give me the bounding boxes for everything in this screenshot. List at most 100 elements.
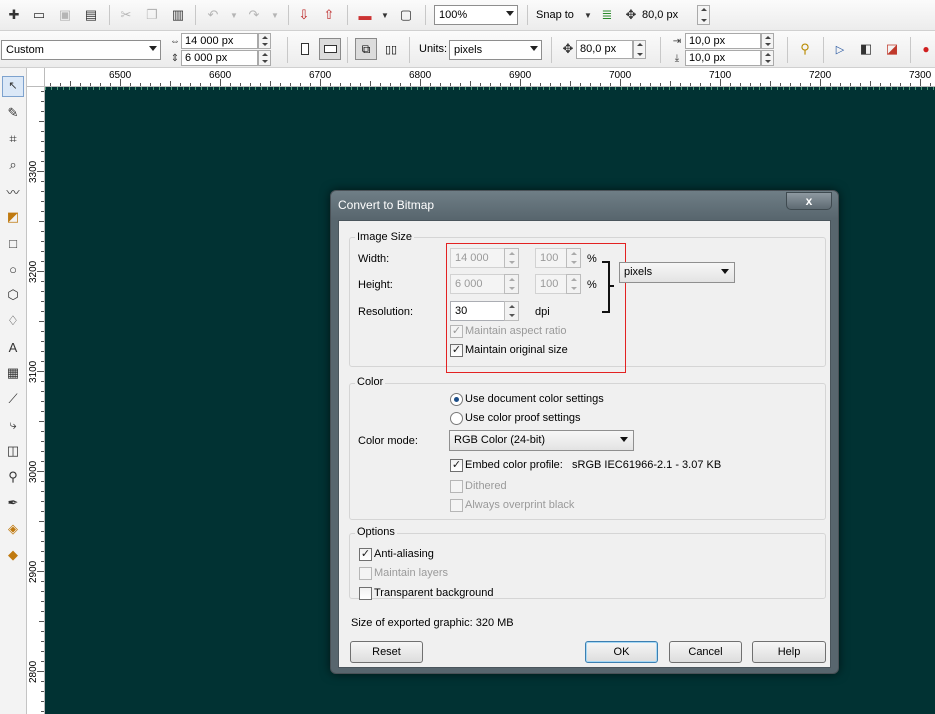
resolution-field[interactable]: 30 [450,301,505,321]
embed-profile-checkbox[interactable]: ✓ [450,459,463,472]
ruler-settings-icon[interactable]: ◪ [883,40,901,58]
application-launcher-icon[interactable]: ▬ [356,6,374,24]
freehand-tool-icon[interactable]: 〰 [2,180,24,202]
ruler-tick [590,83,591,86]
cut-icon[interactable]: ✂ [117,6,135,24]
welcome-screen-icon[interactable]: ▢ [397,6,415,24]
help-button[interactable]: Help [752,641,826,663]
ruler-tick [350,83,351,86]
width-field[interactable]: 14 000 [450,248,505,268]
crop-tool-icon[interactable]: ⌗ [2,128,24,150]
basic-shapes-icon[interactable]: ♢ [2,310,24,332]
height-field[interactable]: 6 000 [450,274,505,294]
parallel-dimension-icon[interactable]: ⟋ [2,388,24,410]
save-icon[interactable]: ▣ [56,6,74,24]
height-percent-spinner[interactable] [566,274,581,294]
nudge-distance-spinner[interactable] [697,5,710,25]
pick-tool-icon[interactable]: ↖ [2,76,24,97]
paste-icon[interactable]: ▥ [169,6,187,24]
ruler-corner[interactable] [27,68,45,87]
interactive-fill-icon[interactable]: ◆ [2,544,24,566]
duplicate-y-field[interactable]: 10,0 px [685,50,761,66]
fill-tool-icon[interactable]: ◈ [2,518,24,540]
options-icon[interactable]: ◧ [857,40,875,58]
print-icon[interactable]: ▤ [82,6,100,24]
nudge-distance-value[interactable]: 80,0 px [642,9,678,22]
polygon-tool-icon[interactable]: ⬡ [2,284,24,306]
import-icon[interactable]: ⇩ [295,6,313,24]
ruler-tick [37,571,44,572]
width-percent-spinner[interactable] [566,248,581,268]
snap-to-menu[interactable]: Snap to [536,9,574,22]
text-tool-icon[interactable]: A [2,336,24,358]
snap-settings-icon[interactable]: ⚲ [796,40,814,58]
units-combo[interactable]: pixels [449,40,542,60]
ruler-tick [190,83,191,86]
color-mode-select[interactable]: RGB Color (24-bit) [449,430,634,451]
horizontal-ruler[interactable]: 6500 6600 6700 6800 6900 7000 7100 7200 7300 [45,68,935,87]
zoom-tool-icon[interactable]: ⌕ [2,154,24,176]
current-page-button[interactable]: ▯▯ [380,38,402,60]
smart-fill-icon[interactable]: ◩ [2,206,24,228]
toolbox: ↖ ✎ ⌗ ⌕ 〰 ◩ □ ○ ⬡ ♢ A ▦ ⟋ ⤷ ◫ ⚲ ✒ ◈ ◆ [0,68,27,714]
duplicate-x-field[interactable]: 10,0 px [685,33,761,49]
rectangle-tool-icon[interactable]: □ [2,232,24,254]
transparent-background-checkbox[interactable] [359,587,372,600]
outline-tool-icon[interactable]: ✒ [2,492,24,514]
undo-dropdown-icon[interactable]: ▼ [225,6,243,24]
table-tool-icon[interactable]: ▦ [2,362,24,384]
blend-tool-icon[interactable]: ◫ [2,440,24,462]
redo-dropdown-icon[interactable]: ▼ [266,6,284,24]
width-spinner[interactable] [504,248,519,268]
ruler-tick [41,681,44,682]
redo-icon[interactable]: ↷ [245,6,263,24]
zoom-level-combo[interactable]: 100% [434,5,518,25]
vertical-ruler[interactable]: 3300 3200 3100 3000 2900 2800 [27,87,45,714]
copy-icon[interactable]: ❐ [143,6,161,24]
anti-aliasing-checkbox[interactable]: ✓ [359,548,372,561]
page-preset-combo[interactable]: Custom [1,40,161,60]
page-width-spinner[interactable] [258,33,271,49]
maintain-aspect-checkbox[interactable]: ✓ [450,325,463,338]
width-percent-field[interactable]: 100 [535,248,567,268]
ok-button[interactable]: OK [585,641,658,663]
page-height-field[interactable]: 6 000 px [181,50,258,66]
close-button[interactable]: x [786,192,832,210]
new-icon[interactable]: ✚ [5,6,23,24]
guidelines-icon[interactable]: ≣ [598,6,616,24]
duplicate-y-spinner[interactable] [761,50,774,66]
separator [347,5,348,25]
page-width-field[interactable]: 14 000 px [181,33,258,49]
dithered-checkbox[interactable] [450,480,463,493]
all-pages-button[interactable]: ⧉ [355,38,377,60]
record-icon[interactable]: ● [917,40,935,58]
duplicate-x-spinner[interactable] [761,33,774,49]
eyedropper-tool-icon[interactable]: ⚲ [2,466,24,488]
page-height-spinner[interactable] [258,50,271,66]
portrait-button[interactable] [294,38,316,60]
maintain-layers-checkbox[interactable] [359,567,372,580]
snap-to-dropdown-icon[interactable]: ▼ [579,6,597,24]
ellipse-tool-icon[interactable]: ○ [2,258,24,280]
resolution-spinner[interactable] [504,301,519,321]
height-spinner[interactable] [504,274,519,294]
nudge-field[interactable]: 80,0 px [576,40,633,59]
use-document-color-radio[interactable] [450,393,463,406]
height-percent-field[interactable]: 100 [535,274,567,294]
image-units-select[interactable]: pixels [619,262,735,283]
launcher-dropdown-icon[interactable]: ▼ [376,6,394,24]
cancel-button[interactable]: Cancel [669,641,742,663]
connector-tool-icon[interactable]: ⤷ [2,414,24,436]
maintain-original-size-checkbox[interactable]: ✓ [450,344,463,357]
open-icon[interactable]: ▭ [30,6,48,24]
nudge-spinner[interactable] [633,40,646,59]
export-icon[interactable]: ⇧ [320,6,338,24]
reset-button[interactable]: Reset [350,641,423,663]
landscape-button[interactable] [319,38,341,60]
play-icon[interactable]: ▷ [831,40,849,58]
shape-tool-icon[interactable]: ✎ [2,102,24,124]
undo-icon[interactable]: ↶ [204,6,222,24]
dialog-body: Image Size Width: 14 000 100 % Height: 6… [338,220,831,668]
use-color-proof-radio[interactable] [450,412,463,425]
overprint-black-checkbox[interactable] [450,499,463,512]
